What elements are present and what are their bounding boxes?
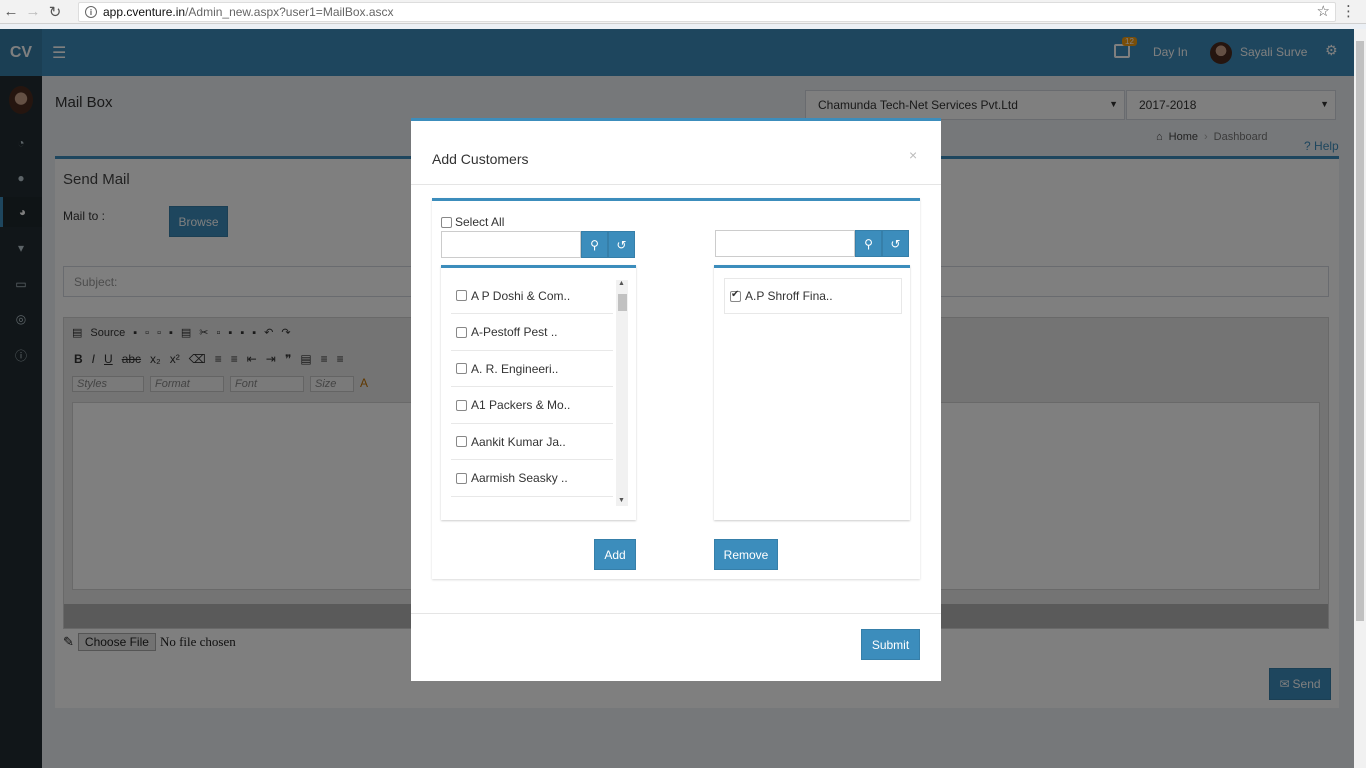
selected-search-group: ⚲ ↺ (715, 230, 909, 257)
list-scrollbar[interactable]: ▲ ▼ (616, 280, 628, 506)
page-scrollbar-thumb[interactable] (1356, 41, 1364, 621)
selected-search-input[interactable] (715, 230, 855, 257)
select-all-label[interactable]: Select All (455, 215, 504, 229)
reset-icon[interactable]: ↺ (882, 230, 909, 257)
forward-arrow-icon[interactable]: → (22, 1, 44, 23)
available-search-group: ⚲ ↺ (441, 231, 635, 258)
customer-checkbox[interactable] (456, 436, 467, 447)
page-scrollbar[interactable] (1354, 29, 1366, 768)
selected-customers-list[interactable]: A.P Shroff Fina.. (714, 265, 910, 520)
browser-menu-icon[interactable]: ⋮ (1341, 2, 1356, 20)
customer-name: Aankit Kumar Ja.. (471, 434, 566, 449)
customer-checkbox[interactable] (456, 363, 467, 374)
customer-name: A P Doshi & Com.. (471, 288, 571, 303)
customer-picker-panel: Select All ⚲ ↺ ⚲ ↺ A P Doshi & Com.. A-Pe… (432, 198, 920, 579)
select-all-checkbox[interactable] (441, 216, 452, 228)
url-path: /Admin_new.aspx?user1=MailBox.ascx (185, 5, 394, 19)
scroll-up-arrow-icon[interactable]: ▲ (618, 280, 625, 287)
modal-footer-divider (411, 613, 941, 614)
modal-header-divider (411, 184, 941, 185)
info-icon[interactable]: i (85, 6, 97, 18)
selected-customer-item[interactable]: A.P Shroff Fina.. (724, 278, 902, 314)
url-host: app.cventure.in (103, 5, 186, 19)
reset-icon[interactable]: ↺ (608, 231, 635, 258)
add-button[interactable]: Add (594, 539, 636, 570)
available-search-input[interactable] (441, 231, 581, 258)
customer-name: A.P Shroff Fina.. (745, 289, 833, 303)
customer-checkbox[interactable] (456, 290, 467, 301)
customer-checkbox[interactable] (456, 472, 467, 484)
list-scrollbar-thumb[interactable] (618, 294, 627, 311)
customer-name: A. R. Engineeri.. (471, 361, 559, 376)
select-all-row[interactable]: Select All (441, 215, 504, 229)
reload-icon[interactable]: ↻ (44, 1, 66, 23)
available-customer-item[interactable]: A P Doshi & Com.. (451, 278, 613, 314)
scroll-down-arrow-icon[interactable]: ▼ (618, 497, 625, 504)
customer-name: A1 Packers & Mo.. (471, 398, 571, 412)
available-customer-item[interactable]: A. R. Engineeri.. (451, 351, 613, 387)
search-icon[interactable]: ⚲ (581, 231, 608, 258)
available-customer-item[interactable]: Aarmish Seasky .. (451, 461, 613, 497)
search-icon[interactable]: ⚲ (855, 230, 882, 257)
submit-button[interactable]: Submit (861, 629, 920, 660)
available-customers-list[interactable]: A P Doshi & Com.. A-Pestoff Pest .. A. R. … (441, 265, 636, 520)
customer-checkbox[interactable] (730, 289, 741, 302)
available-customer-item[interactable]: A1 Packers & Mo.. (451, 388, 613, 424)
bookmark-star-icon[interactable]: ☆ (1317, 2, 1330, 20)
customer-name: A-Pestoff Pest .. (471, 325, 558, 339)
address-bar[interactable]: i app.cventure.in/Admin_new.aspx?user1=M… (78, 2, 1336, 22)
customer-name: Aarmish Seasky .. (471, 471, 568, 485)
modal-title: Add Customers (432, 151, 529, 167)
back-arrow-icon[interactable]: ← (0, 1, 22, 23)
browser-toolbar: ← → ↻ i app.cventure.in/Admin_new.aspx?u… (0, 0, 1366, 24)
available-customer-item[interactable]: Aankit Kumar Ja.. (451, 424, 613, 460)
customer-checkbox[interactable] (456, 399, 467, 411)
close-icon[interactable]: × (909, 147, 917, 163)
add-customers-modal: Add Customers × Select All ⚲ ↺ ⚲ ↺ A P D… (411, 118, 941, 681)
customer-checkbox[interactable] (456, 326, 467, 338)
remove-button[interactable]: Remove (714, 539, 778, 570)
available-customer-item[interactable]: A-Pestoff Pest .. (451, 315, 613, 351)
